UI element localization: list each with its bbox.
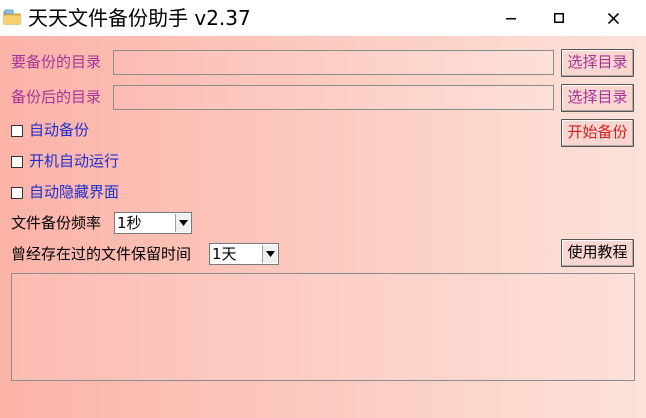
auto-backup-label[interactable]: 自动备份 bbox=[29, 120, 89, 140]
frequency-value: 1秒 bbox=[117, 214, 142, 232]
close-icon bbox=[607, 12, 619, 24]
target-dir-label: 备份后的目录 bbox=[11, 88, 102, 106]
frequency-select[interactable]: 1秒 bbox=[114, 212, 192, 234]
start-backup-button[interactable]: 开始备份 bbox=[561, 119, 634, 147]
maximize-button[interactable] bbox=[536, 0, 582, 36]
close-button[interactable] bbox=[590, 0, 636, 36]
target-dir-input[interactable] bbox=[113, 85, 554, 110]
log-textarea[interactable] bbox=[11, 273, 635, 381]
title-bar: 天天文件备份助手 v2.37 bbox=[0, 0, 646, 36]
target-select-dir-button[interactable]: 选择目录 bbox=[561, 84, 634, 112]
source-select-dir-button[interactable]: 选择目录 bbox=[561, 49, 634, 77]
folder-icon bbox=[3, 9, 21, 25]
auto-hide-label[interactable]: 自动隐藏界面 bbox=[29, 182, 119, 202]
retention-label: 曾经存在过的文件保留时间 bbox=[11, 245, 192, 263]
auto-backup-checkbox[interactable] bbox=[11, 125, 23, 137]
source-dir-label: 要备份的目录 bbox=[11, 53, 102, 71]
main-panel: 要备份的目录 选择目录 备份后的目录 选择目录 自动备份 开始备份 开机自动运行… bbox=[0, 36, 646, 418]
chevron-down-icon bbox=[262, 245, 277, 263]
minimize-button[interactable] bbox=[488, 0, 534, 36]
autostart-label[interactable]: 开机自动运行 bbox=[29, 151, 119, 171]
auto-hide-checkbox[interactable] bbox=[11, 187, 23, 199]
window-title: 天天文件备份助手 v2.37 bbox=[28, 6, 251, 30]
chevron-down-icon bbox=[175, 214, 190, 232]
retention-value: 1天 bbox=[212, 245, 237, 263]
minimize-icon bbox=[506, 18, 516, 20]
source-dir-input[interactable] bbox=[113, 50, 554, 75]
maximize-icon bbox=[554, 13, 564, 23]
tutorial-button[interactable]: 使用教程 bbox=[561, 239, 634, 267]
retention-select[interactable]: 1天 bbox=[209, 243, 279, 265]
frequency-label: 文件备份频率 bbox=[11, 214, 102, 232]
autostart-checkbox[interactable] bbox=[11, 156, 23, 168]
